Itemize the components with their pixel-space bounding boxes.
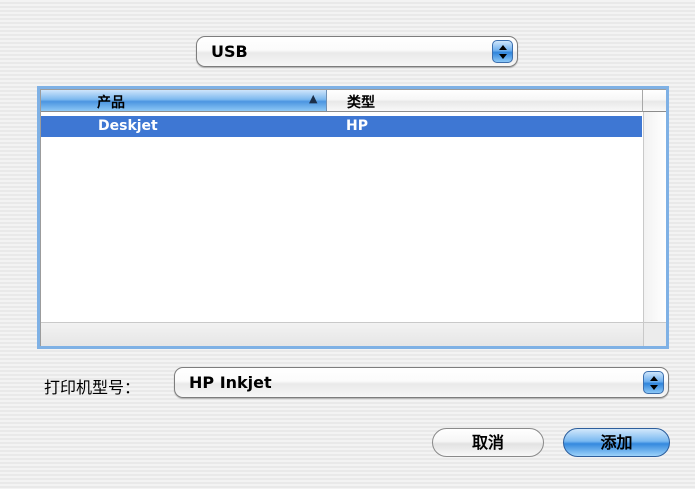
add-button[interactable]: 添加: [563, 428, 670, 457]
scroll-corner: [643, 322, 666, 346]
table-row[interactable]: Deskjet HP: [41, 116, 642, 137]
connection-type-popup[interactable]: USB: [196, 36, 518, 67]
column-header-product-label: 产品: [97, 95, 125, 111]
sort-ascending-icon: ▲: [309, 92, 318, 105]
row-type: HP: [346, 118, 368, 134]
popup-arrows-icon: [643, 371, 664, 394]
printer-model-label: 打印机型号：: [44, 378, 141, 397]
popup-arrows-icon: [492, 40, 513, 63]
printer-model-popup[interactable]: HP Inkjet: [174, 367, 669, 398]
row-product: Deskjet: [98, 118, 158, 134]
printer-list[interactable]: 产品 ▲ 类型 Deskjet HP: [37, 86, 669, 349]
printer-model-value: HP Inkjet: [189, 373, 272, 392]
column-header-type[interactable]: 类型: [327, 90, 643, 112]
cancel-button[interactable]: 取消: [432, 428, 544, 457]
connection-type-value: USB: [211, 42, 248, 61]
column-header-type-label: 类型: [347, 95, 375, 111]
vertical-scrollbar[interactable]: [643, 112, 666, 322]
horizontal-scrollbar[interactable]: [41, 322, 643, 346]
column-header-spacer: [643, 90, 666, 112]
column-header-product[interactable]: 产品 ▲: [41, 90, 327, 112]
